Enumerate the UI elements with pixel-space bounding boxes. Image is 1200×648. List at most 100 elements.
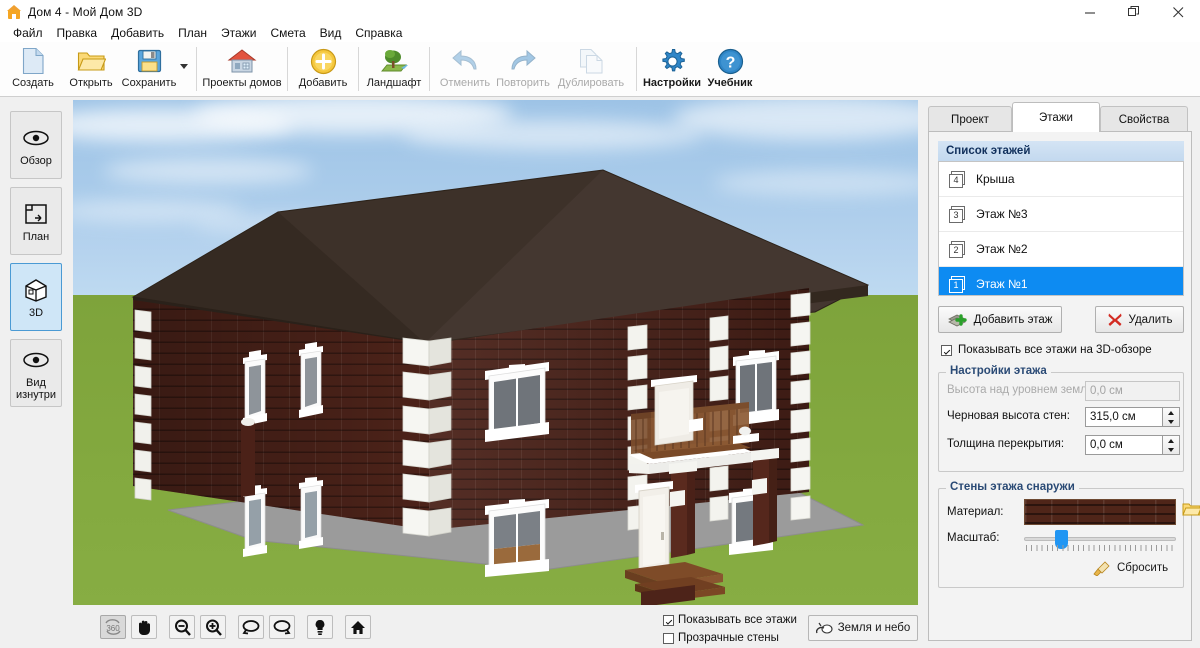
stepper-down-icon[interactable]	[1163, 445, 1179, 454]
ground-height-input[interactable]: 0,0 см	[1085, 381, 1180, 401]
floor-stack-icon: 2	[949, 241, 966, 258]
list-item[interactable]: 3 Этаж №3	[939, 197, 1183, 232]
sidebar-item-label: 3D	[29, 307, 43, 319]
rotate-right-button[interactable]	[269, 615, 295, 639]
stepper-down-icon[interactable]	[1163, 417, 1179, 426]
toolbar-button-redo[interactable]: Повторить	[494, 42, 552, 95]
scale-slider-ticks	[1026, 545, 1174, 551]
tree-landscape-icon	[380, 47, 408, 75]
toolbar-button-undo[interactable]: Отменить	[436, 42, 494, 95]
toolbar-label: Настройки	[643, 77, 701, 89]
tab-floors[interactable]: Этажи	[1012, 102, 1100, 132]
rotate-left-button[interactable]	[238, 615, 264, 639]
close-button[interactable]	[1156, 0, 1200, 24]
cube-3d-icon	[23, 276, 49, 304]
floorplan-icon	[24, 200, 48, 228]
toolbar-button-landscape[interactable]: Ландшафт	[365, 42, 423, 95]
menu-item-add[interactable]: Добавить	[104, 24, 171, 42]
toolbar-button-new[interactable]: Создать	[4, 42, 62, 95]
scale-row: Масштаб:	[947, 532, 999, 544]
field-row-slab-thickness: Толщина перекрытия:	[947, 438, 1064, 450]
checkbox-box	[663, 633, 674, 644]
rotate-right-icon	[273, 619, 291, 635]
menu-item-help[interactable]: Справка	[348, 24, 409, 42]
toolbar-button-tutorial[interactable]: ? Учебник	[701, 42, 759, 95]
list-item-selected[interactable]: 1 Этаж №1	[939, 267, 1183, 296]
viewport-3d[interactable]	[73, 100, 918, 605]
light-bulb-icon	[314, 619, 326, 636]
toolbar-button-settings[interactable]: Настройки	[643, 42, 701, 95]
slab-thickness-input[interactable]: 0,0 см	[1085, 435, 1163, 455]
zoom-in-icon	[205, 619, 222, 636]
floor-number: 1	[949, 279, 963, 293]
toolbar-button-add[interactable]: Добавить	[294, 42, 352, 95]
menu-item-view[interactable]: Вид	[313, 24, 349, 42]
menu-item-plan[interactable]: План	[171, 24, 214, 42]
brush-icon	[1093, 560, 1111, 576]
toolbar-button-house-projects[interactable]: Проекты домов	[203, 42, 281, 95]
quoin-right-corner	[791, 293, 810, 520]
house-icon	[7, 5, 21, 19]
tab-project[interactable]: Проект	[928, 106, 1012, 132]
pan-hand-icon	[136, 619, 152, 636]
sidebar-item-overview[interactable]: Обзор	[10, 111, 62, 179]
wall-height-input[interactable]: 315,0 см	[1085, 407, 1163, 427]
reset-label: Сбросить	[1117, 562, 1168, 574]
gear-icon	[659, 47, 686, 75]
material-label: Материал:	[947, 506, 1004, 518]
wall-height-stepper[interactable]	[1163, 407, 1180, 427]
field-row-ground-height: Высота над уровнем земли:	[947, 384, 1096, 396]
zoom-out-button[interactable]	[169, 615, 195, 639]
earth-and-sky-button[interactable]: Земля и небо	[808, 615, 918, 641]
title-bar: Дом 4 - Мой Дом 3D	[0, 0, 1200, 24]
maximize-restore-button[interactable]	[1112, 0, 1156, 24]
toolbar-label: Открыть	[69, 77, 112, 89]
floor-number: 4	[949, 174, 963, 188]
entrance-door	[635, 481, 673, 572]
pan-hand-button[interactable]	[131, 615, 157, 639]
material-swatch[interactable]	[1024, 499, 1176, 525]
reset-material-button[interactable]: Сбросить	[1093, 560, 1168, 576]
toolbar-button-duplicate[interactable]: Дублировать	[552, 42, 630, 95]
toolbar-label: Сохранить	[122, 77, 177, 89]
stepper-up-icon[interactable]	[1163, 436, 1179, 445]
add-floor-button[interactable]: Добавить этаж	[938, 306, 1062, 333]
orbit-360-button[interactable]: 360	[100, 615, 126, 639]
list-item[interactable]: 4 Крыша	[939, 162, 1183, 197]
tab-properties[interactable]: Свойства	[1100, 106, 1188, 132]
scale-slider-track[interactable]	[1024, 537, 1176, 541]
sidebar-item-plan[interactable]: План	[10, 187, 62, 255]
checkbox-show-all-floors[interactable]: Показывать все этажи	[663, 614, 797, 626]
minimize-button[interactable]	[1068, 0, 1112, 24]
checkbox-show-all-floors-3d[interactable]: Показывать все этажи на 3D-обзоре	[941, 344, 1152, 356]
sidebar-item-interior-view[interactable]: Вид изнутри	[10, 339, 62, 407]
toolbar-button-save[interactable]: Сохранить	[120, 42, 178, 95]
toolbar-button-open[interactable]: Открыть	[62, 42, 120, 95]
slab-thickness-stepper[interactable]	[1163, 435, 1180, 455]
toolbar-label: Повторить	[496, 77, 550, 89]
window-controls	[1068, 0, 1200, 24]
list-item-label: Крыша	[976, 172, 1015, 186]
menu-item-edit[interactable]: Правка	[50, 24, 105, 42]
list-item[interactable]: 2 Этаж №2	[939, 232, 1183, 267]
sidebar-item-label-line2: изнутри	[16, 389, 56, 401]
menu-item-file[interactable]: Файл	[6, 24, 50, 42]
sidebar-item-label: План	[23, 231, 50, 243]
stepper-up-icon[interactable]	[1163, 408, 1179, 417]
material-browse-button[interactable]	[1182, 501, 1200, 521]
save-dropdown-caret-icon[interactable]	[178, 42, 190, 95]
checkbox-transparent-walls[interactable]: Прозрачные стены	[663, 632, 779, 644]
floor-number: 2	[949, 244, 963, 258]
light-bulb-button[interactable]	[307, 615, 333, 639]
window-front-lower	[485, 499, 549, 577]
floor-list[interactable]: 4 Крыша 3 Этаж №3 2 Этаж №2	[938, 161, 1184, 296]
home-reset-button[interactable]	[345, 615, 371, 639]
sidebar-item-3d[interactable]: 3D	[10, 263, 62, 331]
toolbar-label: Проекты домов	[202, 77, 281, 89]
menu-item-estimate[interactable]: Смета	[263, 24, 312, 42]
svg-text:?: ?	[725, 54, 735, 71]
orbit-360-icon: 360	[104, 619, 122, 635]
zoom-in-button[interactable]	[200, 615, 226, 639]
menu-item-floors[interactable]: Этажи	[214, 24, 263, 42]
delete-floor-button[interactable]: Удалить	[1095, 306, 1184, 333]
